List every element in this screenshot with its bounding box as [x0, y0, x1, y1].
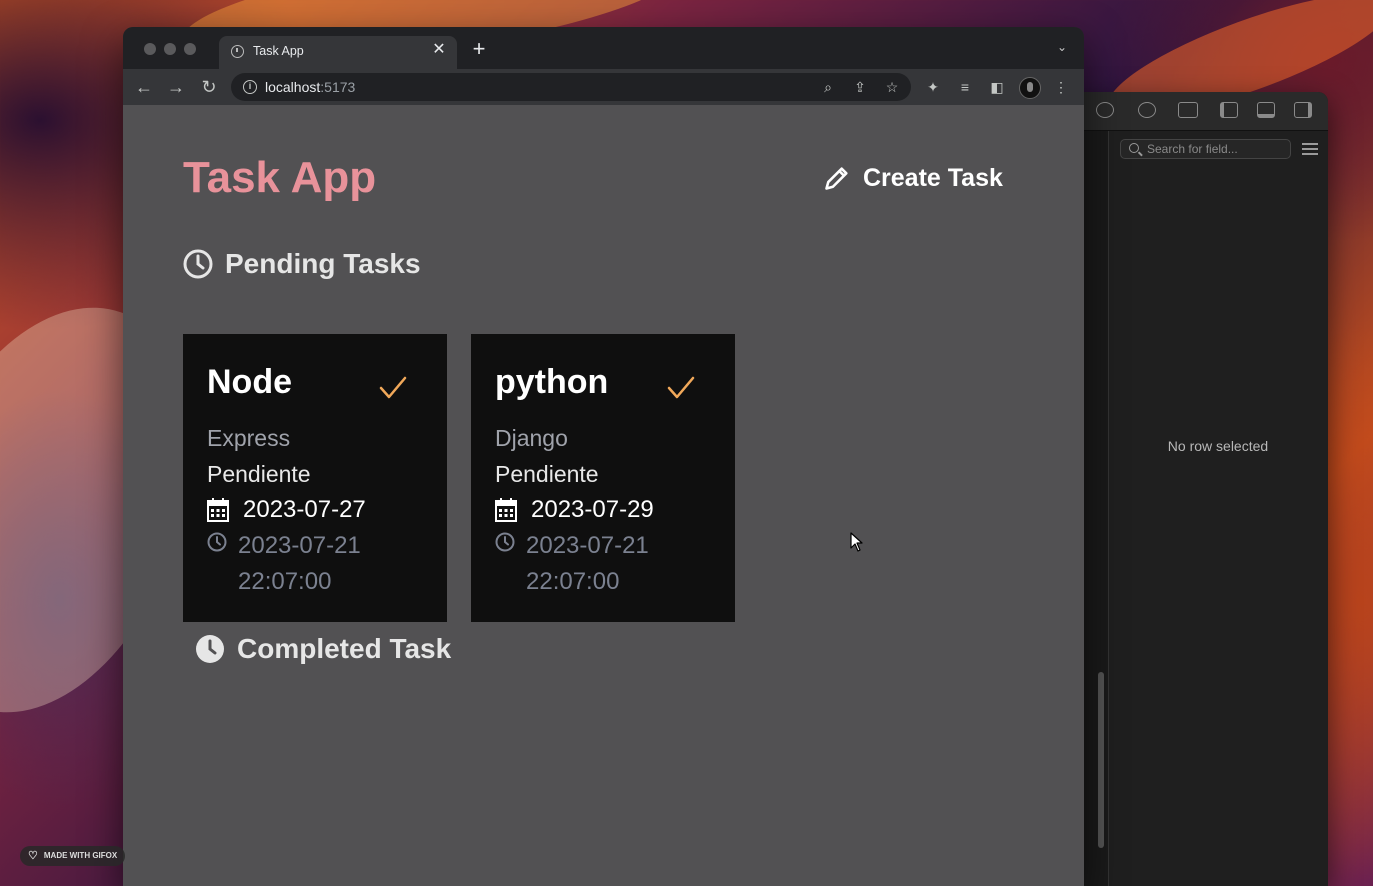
pending-task-list: Node Express Pendiente 2023-07-27 2023-0… [183, 334, 735, 622]
browser-window: Task App ✕ + ⌄ ← → ↻ i localhost:5173 ⌕ … [123, 27, 1084, 886]
mouse-cursor-icon [850, 532, 863, 552]
browser-toolbar: ← → ↻ i localhost:5173 ⌕ ⇪ ☆ ✦ ≡ ◧ ⋮ [123, 69, 1084, 105]
columns-icon[interactable] [1178, 102, 1198, 118]
bookmark-star-icon[interactable]: ☆ [883, 78, 901, 96]
create-task-button[interactable]: Create Task [823, 160, 1003, 196]
zoom-icon[interactable]: ⌕ [819, 78, 837, 96]
minimize-window-button[interactable] [164, 43, 176, 55]
close-window-button[interactable] [144, 43, 156, 55]
task-due-date-value: 2023-07-27 [243, 496, 366, 523]
profile-avatar[interactable] [1019, 77, 1041, 99]
task-status: Pendiente [495, 461, 599, 487]
task-description: Express [207, 425, 291, 451]
database-row-gutter [1084, 131, 1109, 886]
share-icon[interactable]: ⇪ [851, 78, 869, 96]
bottom-panel-icon[interactable] [1257, 102, 1275, 118]
task-description: Django [495, 425, 568, 451]
maximize-window-button[interactable] [184, 43, 196, 55]
calendar-icon [495, 498, 517, 522]
forward-icon[interactable]: → [165, 76, 187, 98]
clock-icon [196, 635, 224, 663]
media-icon[interactable]: ≡ [955, 77, 975, 97]
clock-icon [495, 532, 515, 552]
browser-tab[interactable]: Task App ✕ [219, 36, 457, 69]
task-status: Pendiente [207, 461, 311, 487]
database-toolbar [1060, 92, 1328, 131]
pending-tasks-heading: Pending Tasks [183, 248, 421, 280]
task-created-time: 22:07:00 [526, 568, 620, 595]
back-icon[interactable]: ← [133, 76, 155, 98]
left-panel-icon[interactable] [1220, 102, 1238, 118]
filter-icon[interactable] [1302, 142, 1318, 156]
tab-title: Task App [253, 44, 304, 58]
task-due-date: 2023-07-27 [207, 492, 423, 528]
right-panel-icon[interactable] [1294, 102, 1312, 118]
task-created-time: 22:07:00 [238, 568, 332, 595]
empty-state-text: No row selected [1167, 438, 1269, 454]
new-tab-button[interactable]: + [469, 38, 489, 60]
complete-check-icon[interactable] [667, 374, 695, 402]
field-search-input[interactable]: Search for field... [1120, 139, 1291, 159]
create-task-label: Create Task [863, 163, 1003, 192]
completed-tasks-heading: Completed Task [195, 633, 451, 665]
task-created-at: 2023-07-21 22:07:00 [207, 528, 423, 600]
side-panel-icon[interactable]: ◧ [987, 77, 1007, 97]
menu-kebab-icon[interactable]: ⋮ [1051, 77, 1071, 97]
task-created-date: 2023-07-21 [526, 532, 649, 559]
pending-tasks-label: Pending Tasks [225, 248, 421, 279]
tab-favicon-icon [231, 45, 244, 58]
pencil-icon [825, 167, 848, 190]
tab-bar: Task App ✕ + ⌄ [123, 27, 1084, 69]
task-created-at: 2023-07-21 22:07:00 [495, 528, 711, 600]
clock-icon [183, 249, 213, 279]
task-created-date: 2023-07-21 [238, 532, 361, 559]
search-icon[interactable] [1138, 102, 1156, 118]
extensions-icon[interactable]: ✦ [923, 77, 943, 97]
address-bar[interactable]: i localhost:5173 ⌕ ⇪ ☆ [231, 73, 911, 101]
database-app-window: Search for field... No row selected [1060, 92, 1328, 886]
clock-icon [207, 532, 227, 552]
gifox-watermark: ♡ MADE WITH GIFOX [20, 846, 126, 866]
app-title: Task App [183, 153, 377, 202]
completed-tasks-label: Completed Task [237, 633, 452, 664]
scrollbar[interactable] [1098, 672, 1104, 848]
search-icon [1129, 143, 1139, 153]
refresh-icon[interactable] [1096, 102, 1114, 118]
task-card: python Django Pendiente 2023-07-29 2023-… [471, 334, 735, 622]
task-due-date-value: 2023-07-29 [531, 496, 654, 523]
complete-check-icon[interactable] [379, 374, 407, 402]
calendar-icon [207, 498, 229, 522]
gifox-logo-icon: ♡ [28, 850, 38, 862]
tab-search-icon[interactable]: ⌄ [1054, 40, 1070, 56]
url-text: localhost:5173 [265, 79, 356, 95]
task-due-date: 2023-07-29 [495, 492, 711, 528]
gifox-watermark-text: MADE WITH GIFOX [43, 851, 118, 860]
reload-icon[interactable]: ↻ [198, 76, 220, 98]
site-info-icon[interactable]: i [243, 80, 257, 94]
close-tab-icon[interactable]: ✕ [429, 40, 449, 60]
page-content: Task App Create Task Pending Tasks Node … [123, 105, 1084, 886]
field-search-placeholder: Search for field... [1147, 142, 1238, 156]
task-card: Node Express Pendiente 2023-07-27 2023-0… [183, 334, 447, 622]
